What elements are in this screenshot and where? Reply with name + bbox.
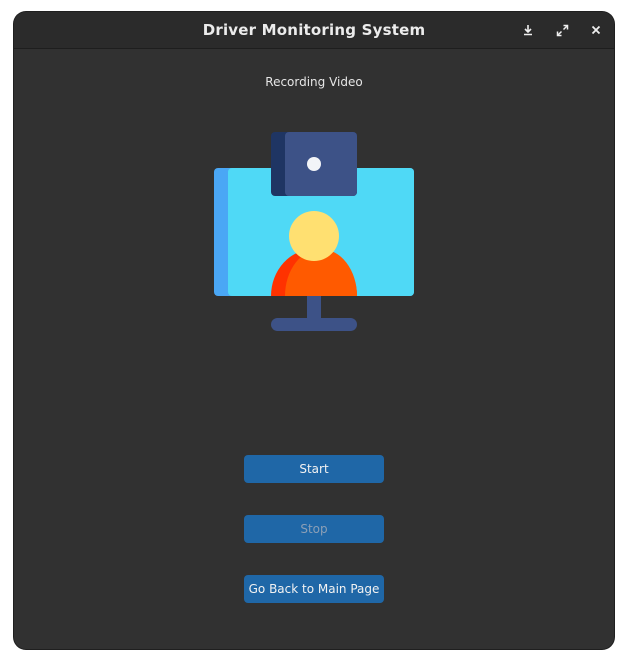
webcam-monitor-icon xyxy=(214,132,414,331)
title-bar: Driver Monitoring System xyxy=(14,12,614,49)
app-window: Driver Monitoring System Recording Video… xyxy=(14,12,614,649)
expand-icon xyxy=(556,24,569,37)
close-icon xyxy=(591,25,601,35)
minimize-button[interactable] xyxy=(518,20,538,40)
close-button[interactable] xyxy=(586,20,606,40)
start-button[interactable]: Start xyxy=(244,455,384,483)
webcam-monitor-illustration xyxy=(214,132,414,332)
stop-button[interactable]: Stop xyxy=(244,515,384,543)
back-to-main-button[interactable]: Go Back to Main Page xyxy=(244,575,384,603)
maximize-button[interactable] xyxy=(552,20,572,40)
download-icon xyxy=(522,24,534,36)
page-heading: Recording Video xyxy=(265,75,363,89)
